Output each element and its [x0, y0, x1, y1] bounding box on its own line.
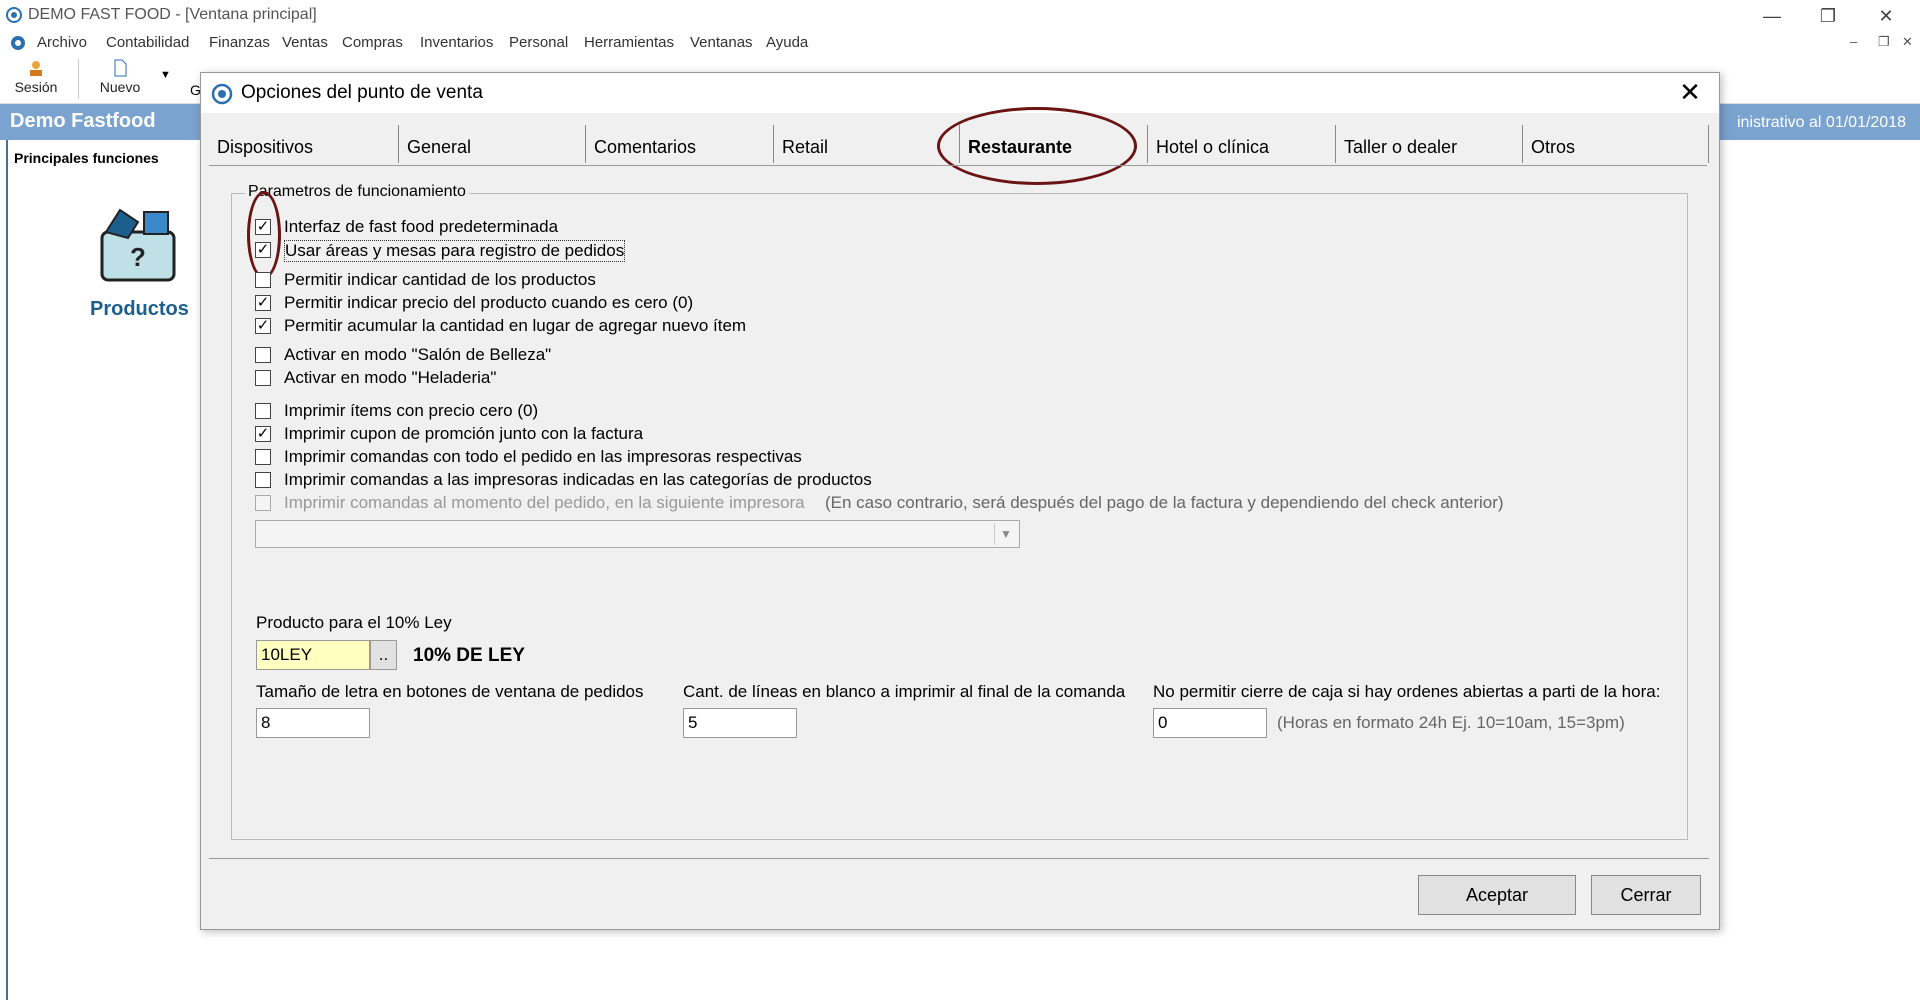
tab-retail[interactable]: Retail — [774, 125, 960, 163]
tab-general[interactable]: General — [399, 125, 586, 163]
pos-options-dialog: Opciones del punto de venta ✕ Dispositiv… — [200, 72, 1720, 930]
dialog-logo-icon — [211, 83, 233, 105]
accumulate-quantity-checkbox[interactable]: ✓ — [255, 318, 271, 334]
beauty-salon-mode-checkbox[interactable] — [255, 347, 271, 363]
minimize-button[interactable]: — — [1752, 4, 1792, 28]
allow-quantity-checkbox[interactable] — [255, 272, 271, 288]
beauty-salon-mode-label: Activar en modo "Salón de Belleza" — [284, 345, 552, 364]
accumulate-quantity-label: Permitir acumular la cantidad en lugar d… — [284, 316, 747, 335]
session-icon — [30, 61, 42, 76]
ley-product-description: 10% DE LEY — [413, 645, 525, 666]
menu-inventarios[interactable]: Inventarios — [420, 34, 493, 51]
app-titlebar: DEMO FAST FOOD - [Ventana principal] — ❐… — [0, 0, 1920, 31]
print-at-order-checkbox — [255, 495, 271, 511]
menu-contabilidad[interactable]: Contabilidad — [106, 34, 189, 51]
svg-text:?: ? — [130, 242, 146, 272]
dialog-title: Opciones del punto de venta — [241, 82, 483, 103]
print-zero-price-label: Imprimir ítems con precio cero (0) — [284, 401, 539, 420]
restore-button[interactable]: ❐ — [1808, 4, 1848, 28]
dialog-titlebar: Opciones del punto de venta ✕ — [201, 73, 1719, 113]
toolbar-divider — [78, 59, 79, 99]
products-box-icon[interactable]: ? — [98, 204, 178, 282]
print-full-order-checkbox[interactable] — [255, 449, 271, 465]
sidebar-border — [6, 140, 8, 1000]
mdi-restore-icon[interactable]: ❐ — [1878, 34, 1890, 50]
menu-herramientas[interactable]: Herramientas — [584, 34, 674, 51]
print-at-order-label: Imprimir comandas al momento del pedido,… — [284, 493, 805, 512]
close-hour-input[interactable]: 0 — [1153, 708, 1267, 738]
app-logo-icon — [6, 7, 22, 23]
system-menu-icon[interactable] — [10, 35, 26, 51]
session-button[interactable]: Sesión — [10, 55, 62, 101]
close-button[interactable]: Cerrar — [1591, 875, 1701, 915]
blank-lines-input[interactable]: 5 — [683, 708, 797, 738]
print-zero-price-checkbox[interactable] — [255, 403, 271, 419]
menu-archivo[interactable]: Archivo — [37, 34, 87, 51]
menu-ventas[interactable]: Ventas — [282, 34, 328, 51]
new-document-icon — [114, 59, 127, 77]
mdi-close-icon[interactable]: ✕ — [1902, 34, 1913, 50]
close-hour-label: No permitir cierre de caja si hay ordene… — [1153, 682, 1661, 701]
print-by-category-label: Imprimir comandas a las impresoras indic… — [284, 470, 872, 489]
fastfood-default-label: Interfaz de fast food predeterminada — [284, 217, 559, 236]
allow-zero-price-label: Permitir indicar precio del producto cua… — [284, 293, 694, 312]
banner-status-text: inistrativo al 01/01/2018 — [1737, 114, 1906, 131]
tab-dispositivos[interactable]: Dispositivos — [209, 125, 399, 163]
close-window-button[interactable]: ✕ — [1866, 4, 1906, 28]
font-size-input[interactable]: 8 — [256, 708, 370, 738]
menu-compras[interactable]: Compras — [342, 34, 403, 51]
sidebar-heading: Principales funciones — [14, 150, 159, 166]
ley-product-label: Producto para el 10% Ley — [256, 613, 452, 632]
menu-personal[interactable]: Personal — [509, 34, 568, 51]
printer-select: ▼ — [255, 520, 1020, 548]
blank-lines-label: Cant. de líneas en blanco a imprimir al … — [683, 682, 1126, 701]
group-title: Parametros de funcionamiento — [245, 183, 469, 201]
products-module-label[interactable]: Productos — [90, 298, 189, 321]
ice-cream-mode-label: Activar en modo "Heladeria" — [284, 368, 497, 387]
menu-bar: Archivo Contabilidad Finanzas Ventas Com… — [0, 31, 1920, 55]
ley-product-browse-button[interactable]: .. — [370, 640, 397, 670]
allow-zero-price-checkbox[interactable]: ✓ — [255, 295, 271, 311]
ley-product-input[interactable]: 10LEY — [256, 640, 370, 670]
new-label: Nuevo — [99, 79, 141, 95]
annotation-circle-checkboxes — [247, 191, 281, 279]
mdi-minimize-icon[interactable]: – — [1850, 34, 1857, 49]
new-button[interactable]: Nuevo — [92, 55, 148, 101]
print-promo-coupon-label: Imprimir cupon de promción junto con la … — [284, 424, 644, 443]
areas-tables-label: Usar áreas y mesas para registro de pedi… — [284, 240, 626, 262]
ice-cream-mode-checkbox[interactable] — [255, 370, 271, 386]
app-title: DEMO FAST FOOD - [Ventana principal] — [28, 6, 317, 23]
tab-hotel-clinica[interactable]: Hotel o clínica — [1148, 125, 1336, 163]
menu-ayuda[interactable]: Ayuda — [766, 34, 808, 51]
print-full-order-label: Imprimir comandas con todo el pedido en … — [284, 447, 802, 466]
menu-ventanas[interactable]: Ventanas — [690, 34, 753, 51]
dialog-close-icon[interactable]: ✕ — [1675, 77, 1705, 108]
new-dropdown-icon[interactable]: ▼ — [160, 69, 171, 81]
footer-divider — [209, 858, 1709, 859]
operation-groupbox — [231, 193, 1688, 840]
print-promo-coupon-checkbox[interactable]: ✓ — [255, 426, 271, 442]
print-by-category-checkbox[interactable] — [255, 472, 271, 488]
tab-comentarios[interactable]: Comentarios — [586, 125, 774, 163]
menu-finanzas[interactable]: Finanzas — [209, 34, 270, 51]
allow-quantity-label: Permitir indicar cantidad de los product… — [284, 270, 596, 289]
tab-otros[interactable]: Otros — [1523, 125, 1709, 163]
accept-button[interactable]: Aceptar — [1418, 875, 1576, 915]
close-hour-hint: (Horas en formato 24h Ej. 10=10am, 15=3p… — [1277, 713, 1625, 732]
print-at-order-note: (En caso contrario, será después del pag… — [825, 493, 1504, 512]
session-label: Sesión — [14, 79, 58, 95]
chevron-down-icon: ▼ — [994, 523, 1017, 545]
tab-taller-dealer[interactable]: Taller o dealer — [1336, 125, 1523, 163]
company-title: Demo Fastfood — [10, 110, 156, 132]
font-size-label: Tamaño de letra en botones de ventana de… — [256, 682, 644, 701]
